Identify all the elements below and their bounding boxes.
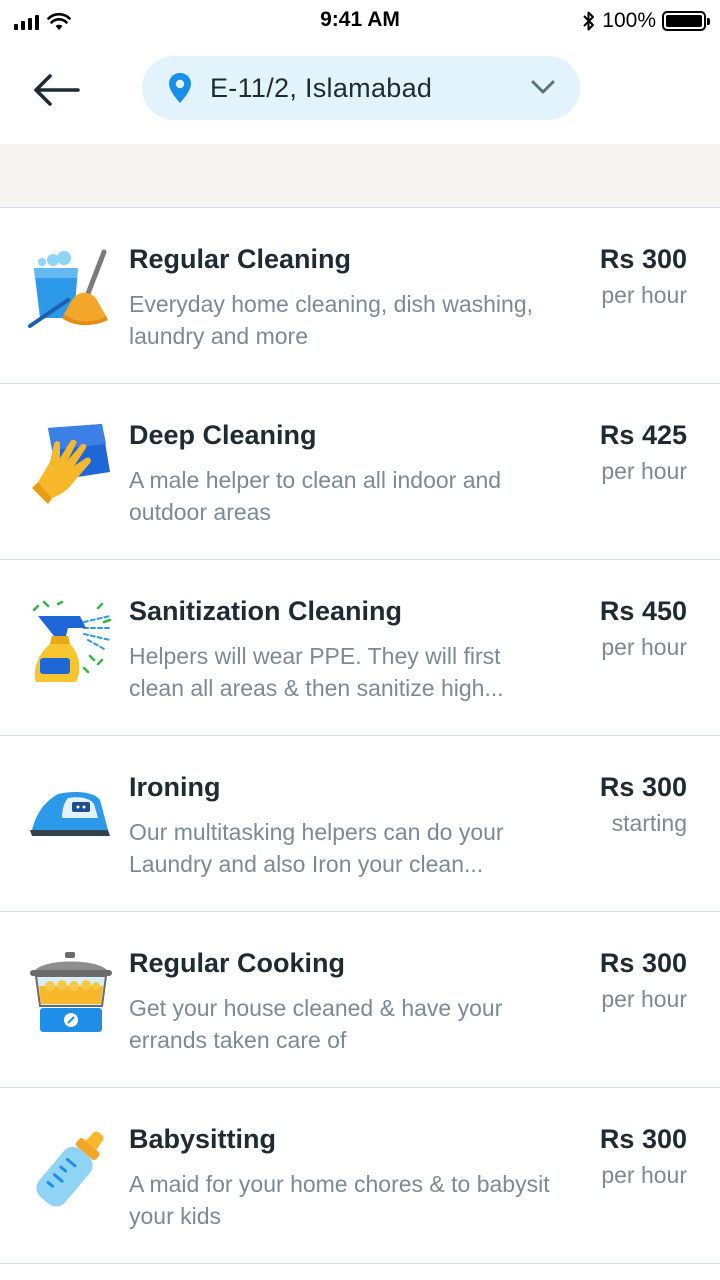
- service-description: Everyday home cleaning, dish washing, la…: [129, 291, 534, 349]
- service-description: Helpers will wear PPE. They will first c…: [129, 643, 504, 701]
- battery-icon: [662, 11, 710, 31]
- service-price-unit: per hour: [601, 282, 687, 308]
- chevron-down-icon: [531, 80, 555, 94]
- service-price-unit: per hour: [601, 458, 687, 484]
- service-item-babysitting[interactable]: Babysitting A maid for your home chores …: [0, 1088, 720, 1264]
- service-price: Rs 300: [599, 244, 687, 274]
- service-price-unit: starting: [611, 810, 687, 836]
- service-price: Rs 300: [599, 1124, 687, 1154]
- glove-cloth-icon: [32, 424, 110, 504]
- service-description: A male helper to clean all indoor and ou…: [129, 467, 502, 525]
- service-title: Ironing: [129, 772, 221, 802]
- service-title: Sanitization Cleaning: [129, 596, 403, 626]
- service-price-unit: per hour: [601, 634, 687, 660]
- status-bar: 9:41 AM 100%: [0, 0, 720, 44]
- service-description: Get your house cleaned & have your erran…: [129, 995, 503, 1053]
- service-item-ironing[interactable]: Ironing Our multitasking helpers can do …: [0, 736, 720, 912]
- service-title: Regular Cleaning: [129, 244, 352, 274]
- bluetooth-icon: [583, 11, 595, 31]
- service-price: Rs 425: [599, 420, 687, 450]
- back-arrow-icon: [34, 74, 80, 106]
- services-list: Regular Cleaning Everyday home cleaning,…: [0, 208, 720, 1264]
- service-price: Rs 300: [599, 948, 687, 978]
- service-item-regular-cleaning[interactable]: Regular Cleaning Everyday home cleaning,…: [0, 208, 720, 384]
- service-title: Deep Cleaning: [129, 420, 317, 450]
- bucket-broom-icon: [28, 249, 108, 328]
- service-price: Rs 300: [599, 772, 687, 802]
- service-item-regular-cooking[interactable]: Regular Cooking Get your house cleaned &…: [0, 912, 720, 1088]
- battery-percent: 100%: [602, 9, 656, 32]
- location-pin-icon: [169, 73, 191, 103]
- section-divider-band: [0, 144, 720, 208]
- back-button[interactable]: [26, 66, 86, 114]
- service-price-unit: per hour: [601, 1162, 687, 1188]
- location-selector[interactable]: E-11/2, Islamabad: [142, 56, 580, 120]
- service-item-sanitization-cleaning[interactable]: Sanitization Cleaning Helpers will wear …: [0, 560, 720, 736]
- baby-bottle-icon: [36, 1131, 104, 1207]
- service-title: Regular Cooking: [129, 948, 346, 978]
- service-title: Babysitting: [129, 1124, 277, 1154]
- service-description: Our multitasking helpers can do your Lau…: [129, 819, 504, 877]
- service-price-unit: per hour: [601, 986, 687, 1012]
- service-description: A maid for your home chores & to babysit…: [129, 1171, 550, 1229]
- header: E-11/2, Islamabad: [0, 44, 720, 144]
- spray-bottle-icon: [32, 600, 113, 682]
- location-label: E-11/2, Islamabad: [210, 72, 433, 103]
- service-price: Rs 450: [599, 596, 687, 626]
- service-item-deep-cleaning[interactable]: Deep Cleaning A male helper to clean all…: [0, 384, 720, 560]
- cooking-pot-icon: [30, 952, 112, 1032]
- iron-icon: [30, 792, 110, 836]
